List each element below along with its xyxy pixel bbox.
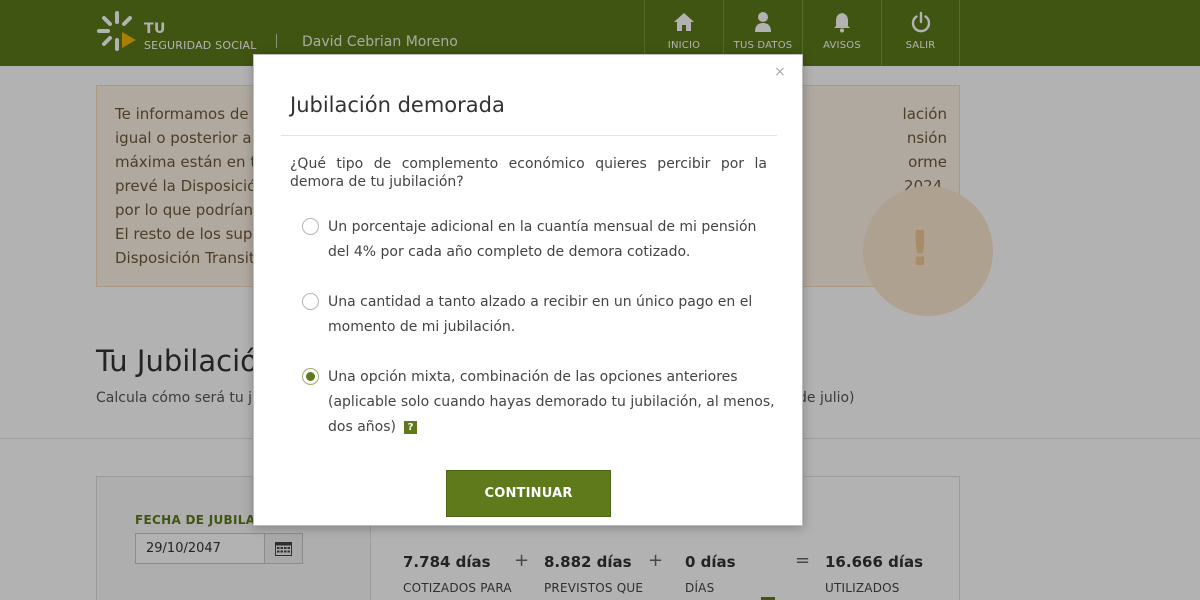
option-label-container: Una opción mixta, combinación de las opc… <box>328 365 776 440</box>
option-tanto-alzado[interactable]: Una cantidad a tanto alzado a recibir en… <box>302 290 772 342</box>
radio-button-selected[interactable] <box>302 368 319 385</box>
option-porcentaje-adicional[interactable]: Un porcentaje adicional en la cuantía me… <box>302 215 772 267</box>
option-label: Una cantidad a tanto alzado a recibir en… <box>328 294 753 335</box>
option-label: Una opción mixta, combinación de las opc… <box>328 369 775 435</box>
option-mixta[interactable]: Una opción mixta, combinación de las opc… <box>302 365 775 441</box>
modal-question: ¿Qué tipo de complemento económico quier… <box>290 156 767 190</box>
jubilacion-demorada-modal: × Jubilación demorada ¿Qué tipo de compl… <box>253 54 803 526</box>
option-label: Un porcentaje adicional en la cuantía me… <box>328 219 757 260</box>
radio-button[interactable] <box>302 293 319 310</box>
modal-title: Jubilación demorada <box>290 93 505 117</box>
radio-button[interactable] <box>302 218 319 235</box>
continue-button[interactable]: CONTINUAR <box>446 470 611 517</box>
modal-divider <box>281 135 777 136</box>
close-icon[interactable]: × <box>774 65 786 79</box>
help-icon[interactable]: ? <box>403 421 417 434</box>
